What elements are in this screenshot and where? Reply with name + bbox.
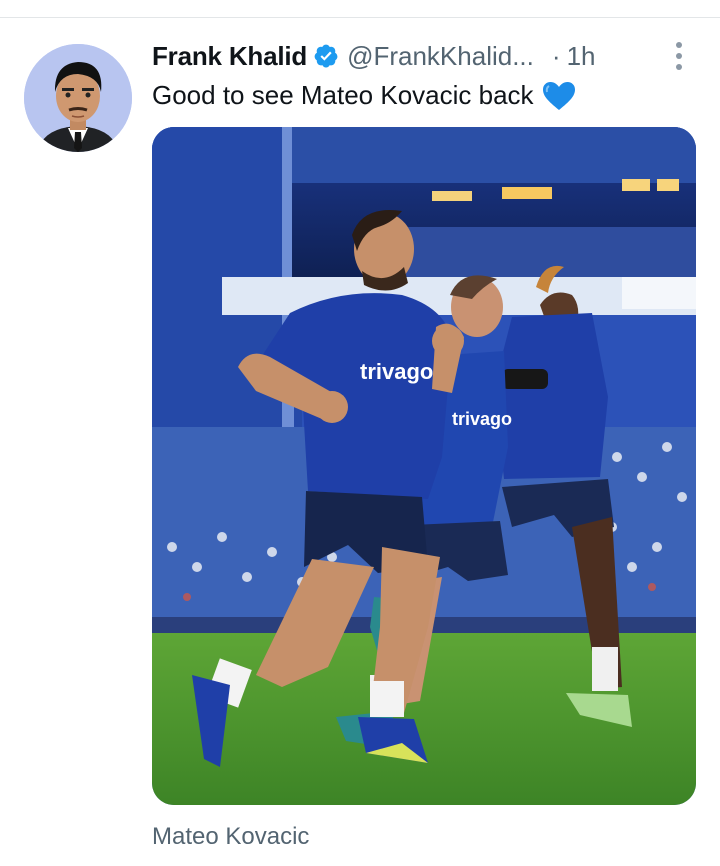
tweet-photo[interactable]: trivago trivago (152, 127, 696, 805)
avatar-illustration (24, 44, 132, 152)
tweet-text-content: Good to see Mateo Kovacic back (152, 80, 534, 110)
more-options-icon[interactable] (669, 42, 689, 70)
training-photo: trivago trivago (152, 127, 696, 805)
separator-dot: · (551, 40, 561, 71)
blue-heart-icon (542, 81, 576, 111)
top-divider (0, 17, 720, 18)
media-caption: Mateo Kovacic (152, 823, 310, 850)
tweet-header: Frank Khalid @FrankKhalid... · 1h (152, 38, 692, 74)
display-name[interactable]: Frank Khalid (152, 41, 307, 72)
verified-badge-icon (313, 43, 339, 69)
timestamp[interactable]: 1h (567, 41, 596, 72)
jersey-sponsor: trivago (452, 409, 512, 429)
user-handle[interactable]: @FrankKhalid... (347, 41, 534, 72)
avatar[interactable] (24, 44, 132, 152)
jersey-sponsor-front: trivago (360, 359, 433, 384)
tweet-text: Good to see Mateo Kovacic back (152, 80, 576, 111)
